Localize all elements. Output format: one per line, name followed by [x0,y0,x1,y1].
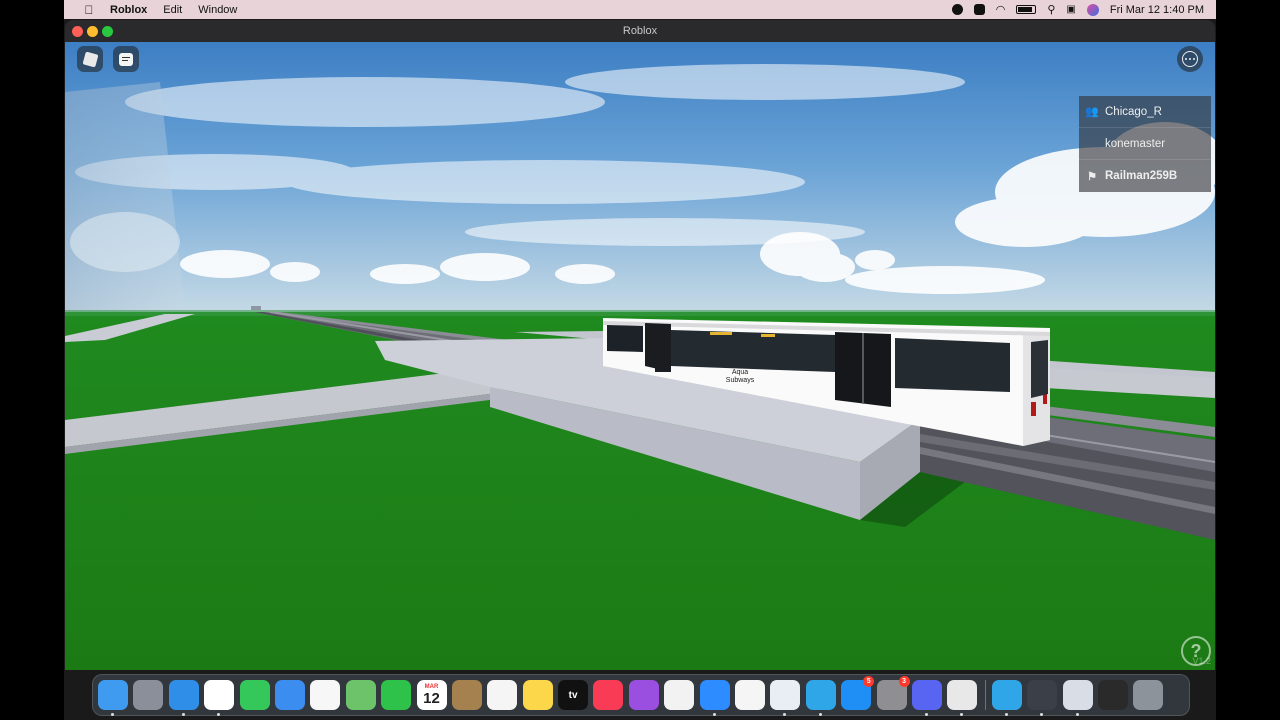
roblox-logo-icon [82,51,98,67]
notification-badge: 3 [898,676,910,687]
messages-icon[interactable] [239,680,270,710]
title-bar[interactable]: Roblox [65,20,1215,42]
siri-icon[interactable] [1086,3,1099,16]
roblox-studio-icon[interactable] [991,680,1022,716]
train-sign-line1: Aqua [732,369,748,376]
system-preferences-icon[interactable]: 3 [876,676,910,710]
player-list: 👥 Chicago_R konemaster ⚑ Railman259B [1079,96,1211,192]
app-store-icon[interactable]: 5 [841,676,875,710]
zoom-icon[interactable] [699,680,730,716]
dock: MAR 12 tv 5 3 [92,674,1190,716]
player-row[interactable]: konemaster [1079,128,1211,160]
mail-icon[interactable] [274,680,305,710]
app-menu[interactable]: Roblox [110,4,147,16]
status-area: ◠ ⚲ ▣ Fri Mar 12 1:40 PM [951,3,1216,16]
maps-icon[interactable] [345,680,376,710]
player-name: Chicago_R [1105,105,1162,118]
roblox-menu-button[interactable] [77,46,103,72]
close-icon[interactable] [72,26,83,37]
finder-icon[interactable] [98,680,128,716]
notes-icon[interactable] [522,680,553,710]
record-icon[interactable] [951,4,963,15]
control-center-icon[interactable]: ▣ [1066,4,1075,15]
battery-icon[interactable] [1016,5,1037,14]
chat-icon [119,52,133,66]
more-options-button[interactable] [1177,46,1203,72]
minimize-icon[interactable] [87,26,98,37]
discord-icon[interactable] [911,680,942,716]
window-title: Roblox [622,25,658,37]
player-name: konemaster [1105,137,1166,150]
launchpad-icon[interactable] [133,680,164,710]
screen-share-icon[interactable] [973,4,985,15]
dock-separator [984,680,986,710]
player-row[interactable]: ⚑ Railman259B [1079,160,1211,192]
quicktime-icon[interactable] [1027,680,1058,716]
app-icon[interactable] [770,680,801,716]
premium-icon: ⚑ [1087,170,1097,183]
news-icon[interactable] [664,680,695,710]
menu-window[interactable]: Window [198,4,237,16]
safari-icon[interactable] [168,680,199,716]
downloads-stack-icon[interactable] [1097,680,1128,710]
menu-bar:  Roblox Edit Window ◠ ⚲ ▣ Fri Mar 12 1:… [64,0,1216,19]
wifi-icon[interactable]: ◠ [996,3,1006,16]
game-scene: Aqua Subways [65,42,1215,670]
podcasts-icon[interactable] [628,680,659,710]
menu-edit[interactable]: Edit [163,4,182,16]
contacts-icon[interactable] [451,680,482,710]
spotlight-icon[interactable]: ⚲ [1047,3,1055,16]
music-icon[interactable] [593,680,624,710]
calendar-icon[interactable]: MAR 12 [416,680,447,710]
game-viewport[interactable]: Aqua Subways 👥 Chicago_R konemaster ⚑ Ra… [65,42,1215,670]
roblox-icon[interactable] [947,680,978,716]
photos-icon[interactable] [310,680,341,710]
facetime-icon[interactable] [381,680,412,710]
chrome-icon[interactable] [204,680,235,716]
notification-badge: 5 [863,676,875,687]
trash-icon[interactable] [1133,680,1164,710]
reminders-icon[interactable] [487,680,518,710]
preview-icon[interactable] [1062,680,1093,716]
more-icon [1182,51,1198,67]
roblox-studio-icon[interactable] [805,680,836,716]
fullscreen-icon[interactable] [102,26,113,37]
screen:  Roblox Edit Window ◠ ⚲ ▣ Fri Mar 12 1:… [64,0,1216,720]
roblox-window: Roblox Aqua Subways 👥 Chicago_R konemast… [65,20,1215,670]
player-row[interactable]: 👥 Chicago_R [1079,96,1211,128]
apple-icon[interactable]:  [80,3,98,17]
chat-button[interactable] [113,46,139,72]
train-sign-line2: Subways [726,377,755,384]
numbers-icon[interactable] [735,680,766,710]
friends-icon: 👥 [1085,106,1099,118]
help-button[interactable]: ? [1181,636,1211,666]
clock[interactable]: Fri Mar 12 1:40 PM [1110,4,1204,16]
tv-icon[interactable]: tv [558,680,589,710]
player-name: Railman259B [1105,170,1178,182]
question-icon: ? [1190,640,1202,661]
